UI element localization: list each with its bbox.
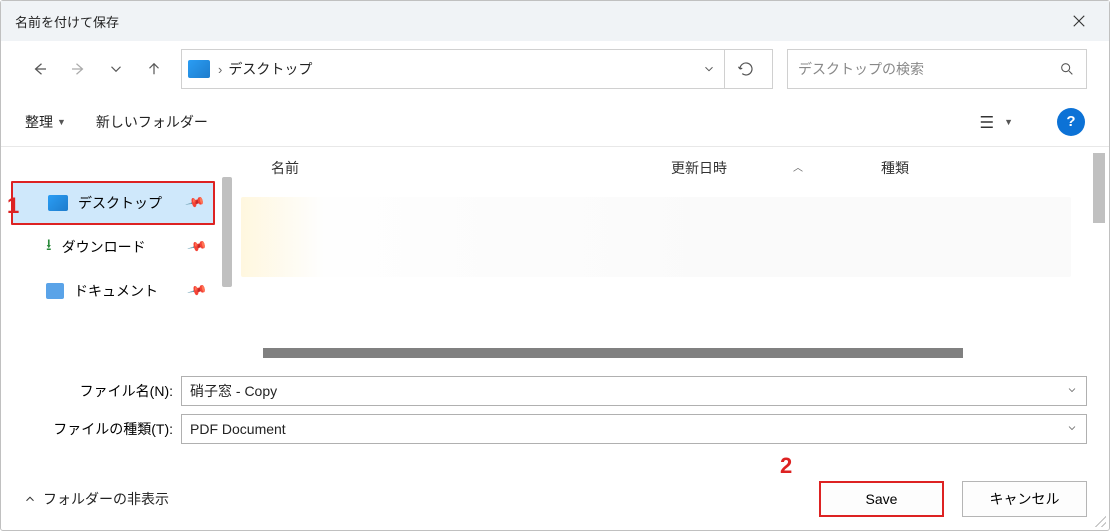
caret-down-icon: ▼ xyxy=(1004,117,1013,127)
file-list[interactable] xyxy=(241,189,1089,372)
pin-icon: 📌 xyxy=(186,236,208,258)
filename-dropdown-button[interactable] xyxy=(1066,383,1078,399)
filetype-dropdown-button[interactable] xyxy=(1066,421,1078,437)
download-icon: ⭳ xyxy=(46,234,52,261)
document-icon xyxy=(46,283,64,299)
sidebar-item-documents[interactable]: ドキュメント 📌 xyxy=(11,269,215,313)
sidebar-item-downloads[interactable]: ⭳ ダウンロード 📌 xyxy=(11,225,215,269)
search-box[interactable] xyxy=(787,49,1087,89)
pin-icon: 📌 xyxy=(184,192,206,214)
chevron-down-icon xyxy=(1066,422,1078,434)
chevron-down-icon xyxy=(107,60,125,78)
chevron-down-icon xyxy=(1066,384,1078,396)
breadcrumb-location[interactable]: デスクトップ xyxy=(228,59,694,79)
sidebar-item-label: ダウンロード xyxy=(62,237,146,257)
toolbar: 整理 ▼ 新しいフォルダー ▼ ? xyxy=(1,97,1109,147)
back-button[interactable] xyxy=(23,52,57,86)
filename-input[interactable]: 硝子窓 - Copy xyxy=(181,376,1087,406)
address-dropdown-button[interactable] xyxy=(694,50,724,88)
sort-indicator-icon: ︿ xyxy=(793,159,803,174)
vertical-scrollbar[interactable] xyxy=(1093,153,1105,223)
navigation-row: › デスクトップ xyxy=(1,41,1109,97)
close-icon xyxy=(1072,14,1086,28)
help-button[interactable]: ? xyxy=(1057,108,1085,136)
filename-row: ファイル名(N): 硝子窓 - Copy xyxy=(1,372,1109,410)
caret-down-icon: ▼ xyxy=(57,117,66,127)
refresh-icon xyxy=(737,60,755,78)
organize-menu[interactable]: 整理 ▼ xyxy=(25,112,66,132)
chevron-up-icon xyxy=(23,492,37,506)
title-bar: 名前を付けて保存 xyxy=(1,1,1109,41)
explorer-body: デスクトップ 📌 ⭳ ダウンロード 📌 ドキュメント 📌 名 xyxy=(1,147,1109,372)
save-as-dialog: 名前を付けて保存 › デスクトップ xyxy=(0,0,1110,531)
pin-icon: 📌 xyxy=(186,280,208,302)
filetype-label: ファイルの種類(T): xyxy=(23,419,173,439)
file-pane: 名前 更新日時 ︿ 種類 xyxy=(221,147,1109,372)
filename-label: ファイル名(N): xyxy=(23,381,173,401)
refresh-button[interactable] xyxy=(724,49,766,89)
close-button[interactable] xyxy=(1063,5,1095,37)
new-folder-label: 新しいフォルダー xyxy=(96,112,208,132)
arrow-up-icon xyxy=(145,60,163,78)
sidebar: デスクトップ 📌 ⭳ ダウンロード 📌 ドキュメント 📌 xyxy=(1,147,221,372)
arrow-left-icon xyxy=(31,60,49,78)
save-button[interactable]: Save xyxy=(819,481,944,517)
filetype-select[interactable]: PDF Document xyxy=(181,414,1087,444)
chevron-down-icon xyxy=(702,62,716,76)
column-header-name[interactable]: 名前 xyxy=(271,158,671,178)
search-icon xyxy=(1058,60,1076,78)
dialog-title: 名前を付けて保存 xyxy=(15,12,119,31)
help-icon: ? xyxy=(1066,113,1075,130)
column-headers: 名前 更新日時 ︿ 種類 xyxy=(221,147,1109,189)
address-bar[interactable]: › デスクトップ xyxy=(181,49,773,89)
filename-value: 硝子窓 - Copy xyxy=(190,381,277,401)
arrow-right-icon xyxy=(69,60,87,78)
list-view-icon xyxy=(977,113,998,131)
recent-locations-button[interactable] xyxy=(99,52,133,86)
organize-label: 整理 xyxy=(25,112,53,132)
filetype-row: ファイルの種類(T): PDF Document xyxy=(1,410,1109,448)
sidebar-item-label: デスクトップ xyxy=(78,193,162,213)
hide-folders-label: フォルダーの非表示 xyxy=(43,489,169,509)
up-button[interactable] xyxy=(137,52,171,86)
search-input[interactable] xyxy=(798,61,1058,77)
breadcrumb-chevron-icon: › xyxy=(218,62,222,77)
view-options-button[interactable]: ▼ xyxy=(977,107,1013,137)
cancel-button[interactable]: キャンセル xyxy=(962,481,1087,517)
column-header-date-label: 更新日時 xyxy=(671,158,727,178)
new-folder-button[interactable]: 新しいフォルダー xyxy=(96,112,208,132)
bottom-bar: フォルダーの非表示 Save キャンセル xyxy=(1,468,1109,530)
sidebar-item-label: ドキュメント xyxy=(74,281,158,301)
horizontal-scrollbar[interactable] xyxy=(263,348,963,358)
filetype-value: PDF Document xyxy=(190,421,286,437)
forward-button[interactable] xyxy=(61,52,95,86)
column-header-type[interactable]: 種類 xyxy=(881,158,1031,178)
file-list-content-redacted xyxy=(241,197,1071,277)
desktop-icon xyxy=(188,60,210,78)
hide-folders-toggle[interactable]: フォルダーの非表示 xyxy=(23,489,169,509)
desktop-icon xyxy=(48,195,68,211)
sidebar-item-desktop[interactable]: デスクトップ 📌 xyxy=(11,181,215,225)
column-header-date[interactable]: 更新日時 ︿ xyxy=(671,158,881,178)
